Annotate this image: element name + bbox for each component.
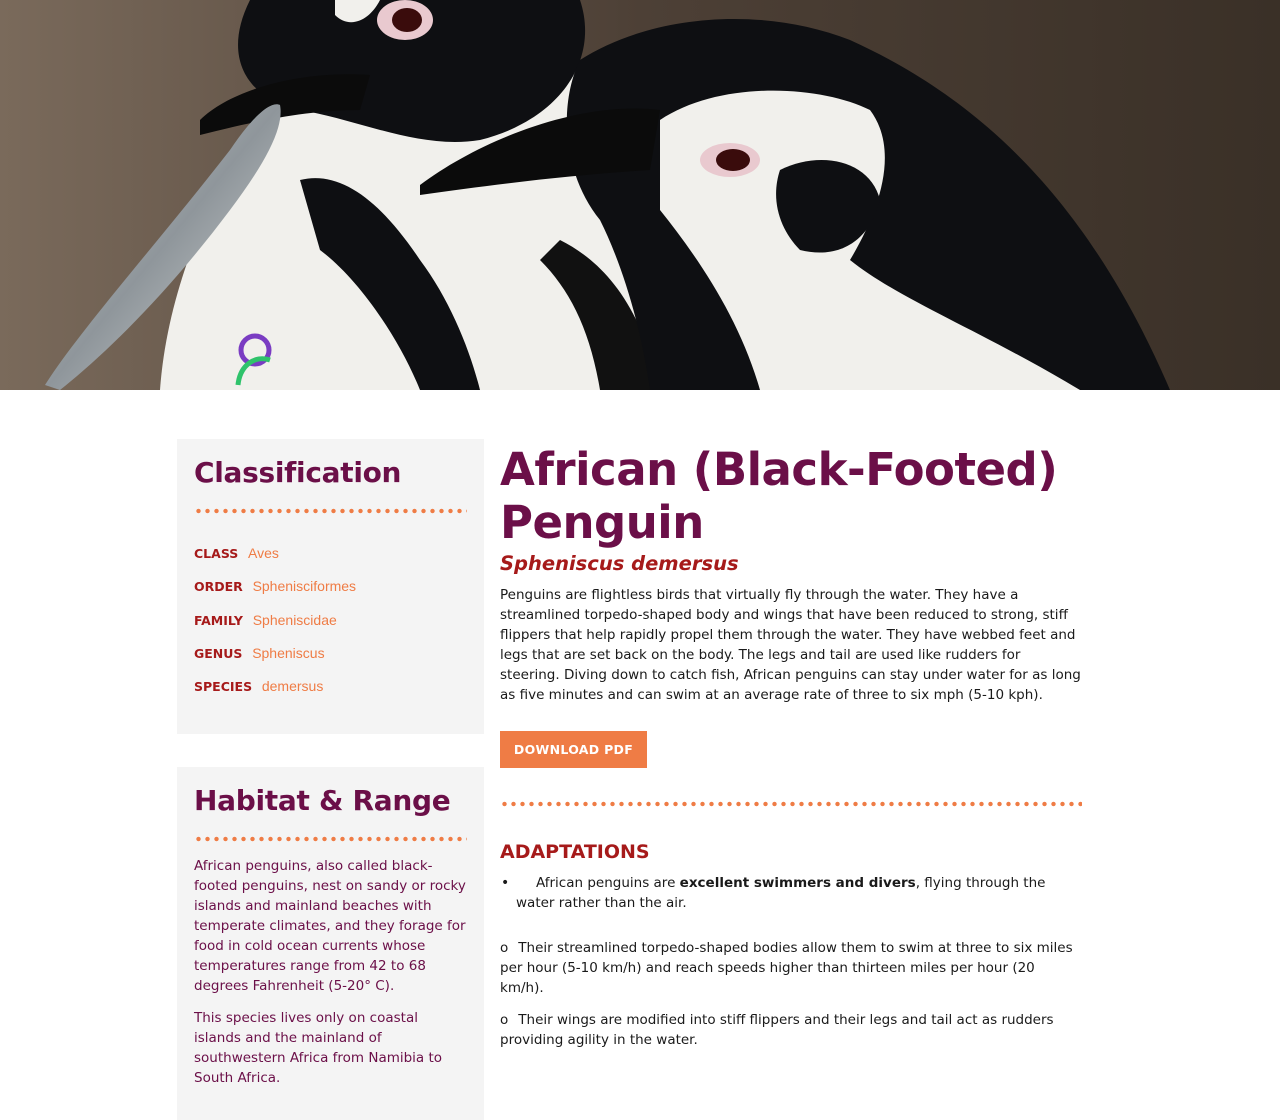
classification-heading: Classification — [194, 456, 402, 489]
habitat-card: Habitat & Range African penguins, also c… — [177, 767, 484, 1120]
habitat-paragraph: This species lives only on coastal islan… — [194, 1010, 443, 1087]
classification-key: GENUS — [194, 645, 243, 661]
dotted-divider — [500, 801, 1082, 807]
classification-value: Spheniscus — [252, 644, 325, 661]
classification-value: demersus — [261, 678, 324, 695]
bullet-text-before: African penguins are — [536, 875, 680, 891]
sub-item-text: Their wings are modified into stiff flip… — [500, 1012, 1054, 1048]
classification-key: FAMILY — [194, 612, 243, 628]
classification-key: ORDER — [194, 579, 243, 595]
classification-key: CLASS — [194, 546, 239, 561]
habitat-paragraph: African penguins, also called black-foot… — [194, 858, 466, 995]
bullet-text-bold: excellent swimmers and divers — [679, 875, 916, 891]
hero-image — [0, 0, 1280, 390]
classification-item-family: FAMILY Spheniscidae — [194, 611, 467, 630]
page-main: Classification CLASS Aves ORDER Sphenisc… — [0, 390, 1280, 1120]
adaptations-heading: ADAPTATIONS — [500, 841, 650, 863]
classification-item-class: CLASS Aves — [194, 544, 467, 563]
classification-key: SPECIES — [194, 679, 253, 695]
classification-value: Sphenisciformes — [252, 578, 357, 595]
dotted-divider — [194, 836, 467, 843]
habitat-text: African penguins, also called black-foot… — [194, 856, 467, 1088]
sub-item-marker: o — [500, 940, 509, 956]
sub-item-text: Their streamlined torpedo-shaped bodies … — [500, 940, 1073, 996]
dotted-divider — [194, 508, 467, 514]
classification-value: Spheniscidae — [252, 611, 337, 628]
sidebar: Classification CLASS Aves ORDER Sphenisc… — [177, 439, 484, 1120]
page-title: African (Black-Footed) Penguin — [500, 443, 1058, 549]
classification-list: CLASS Aves ORDER Sphenisciformes FAMILY … — [194, 534, 467, 714]
adaptation-bullet: • African penguins are excellent swimmer… — [500, 873, 1082, 913]
classification-item-species: SPECIES demersus — [194, 677, 467, 696]
sub-item-marker: o — [500, 1012, 509, 1028]
classification-card: Classification CLASS Aves ORDER Sphenisc… — [177, 439, 484, 735]
adaptation-sub-item: o Their wings are modified into stiff fli… — [500, 1010, 1082, 1050]
classification-item-order: ORDER Sphenisciformes — [194, 577, 467, 596]
penguins-photo — [0, 0, 1280, 390]
bullet-marker: • — [501, 875, 510, 891]
main-content: African (Black-Footed) Penguin Spheniscu… — [500, 443, 1082, 1062]
intro-paragraph: Penguins are flightless birds that virtu… — [500, 587, 1081, 703]
classification-item-genus: GENUS Spheniscus — [194, 644, 467, 663]
adaptation-sub-item: o Their streamlined torpedo-shaped bodies… — [500, 938, 1082, 998]
classification-value: Aves — [248, 545, 279, 561]
scientific-name: Spheniscus demersus — [500, 552, 739, 575]
habitat-heading: Habitat & Range — [194, 784, 451, 818]
download-pdf-button[interactable]: DOWNLOAD PDF — [500, 731, 647, 768]
